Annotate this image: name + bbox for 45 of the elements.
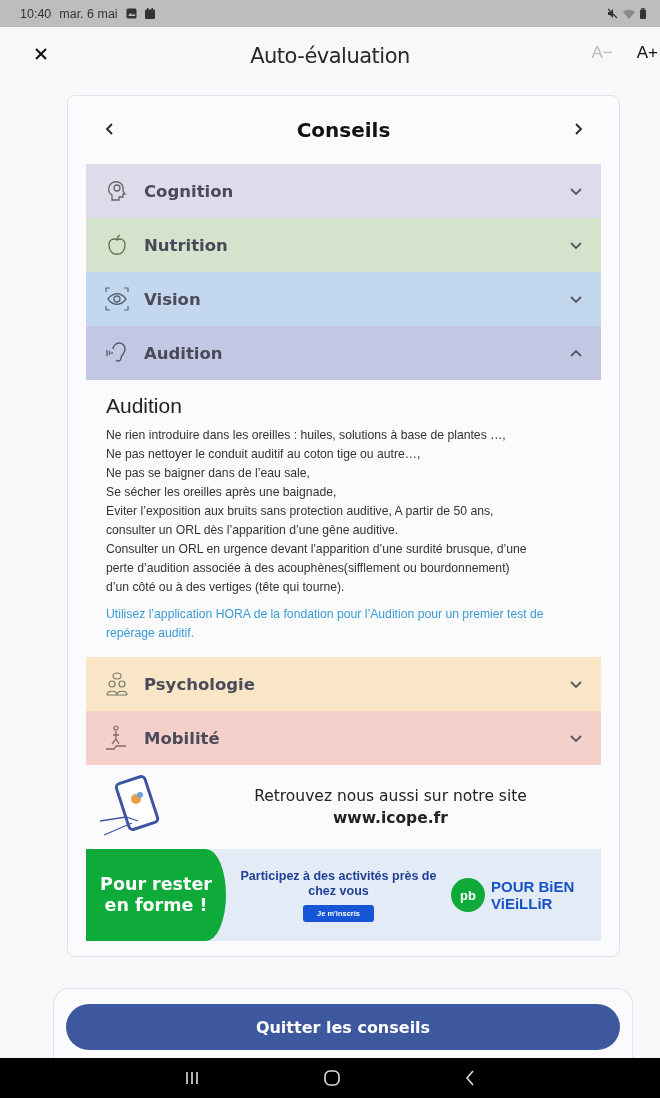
section-header[interactable]: Psychologie (86, 657, 601, 711)
clock: 10:40 (20, 6, 52, 21)
close-button[interactable] (33, 46, 49, 62)
advice-text: Ne pas nettoyer le conduit auditif au coton tige ou autre…, (106, 446, 422, 463)
home-button[interactable] (324, 1070, 340, 1086)
quit-advice-button[interactable]: Quitter les conseils (66, 1004, 620, 1050)
section-header[interactable]: Nutrition (86, 218, 601, 272)
eye-icon (104, 286, 130, 312)
image-icon (125, 8, 137, 19)
section-header[interactable]: Cognition (86, 164, 601, 218)
date: mar. 6 mai (59, 6, 118, 21)
section-header[interactable]: Vision (86, 272, 601, 326)
advice-text: Se sécher les oreilles après une baignade, (106, 484, 338, 501)
back-button[interactable] (465, 1070, 475, 1086)
calendar-icon (144, 8, 155, 19)
home-icon (324, 1070, 340, 1086)
back-icon (465, 1070, 475, 1086)
close-icon (33, 46, 49, 62)
banner-headline: Pour rester en forme ! (86, 849, 226, 941)
section-header[interactable]: Audition (86, 326, 601, 380)
increase-font-button[interactable]: A+ (634, 43, 660, 63)
battery-icon (640, 8, 646, 19)
recent-apps-icon (185, 1071, 199, 1085)
wifi-icon (623, 8, 635, 19)
section-header[interactable]: Mobilité (86, 711, 601, 765)
logo-text: POUR BiEN ViEiLLiR (491, 878, 576, 912)
logo-badge: pb (451, 878, 485, 912)
advice-text: perte d’audition associée à des acouphènes(sifflement ou bourdonnement) (106, 560, 511, 577)
people-icon (104, 671, 130, 697)
advice-text: Ne rien introduire dans les oreilles : huiles, solutions à base de plantes …, (106, 427, 507, 444)
page-title: Auto-évaluation (250, 44, 410, 68)
banner-text: Participez à des activités près de chez vous (240, 868, 437, 898)
chevron-right-icon (573, 121, 583, 136)
chevron-left-icon (104, 121, 114, 136)
advice-text: d’un côté ou à des vertiges (tête qui tourne). (106, 579, 346, 596)
mute-icon (607, 8, 618, 19)
website-text: Retrouvez nous aussi sur notre site www.icope.fr (180, 785, 601, 829)
advice-text: Ne pas se baigner dans de l’eau sale, (106, 465, 311, 482)
recent-apps-button[interactable] (185, 1071, 199, 1085)
advice-text: Consulter un ORL en urgence devant l'apparition d’une surdité brusque, d’une (106, 541, 528, 558)
card-title: Conseils (295, 118, 392, 142)
advice-text: consulter un ORL dès l’apparition d’une gêne auditive. (106, 522, 400, 539)
advice-text: Eviter l’exposition aux bruits sans protection auditive, A partir de 50 ans, (106, 503, 495, 520)
website-link[interactable]: www.icope.fr (180, 807, 601, 829)
section-title: Audition (106, 394, 183, 418)
